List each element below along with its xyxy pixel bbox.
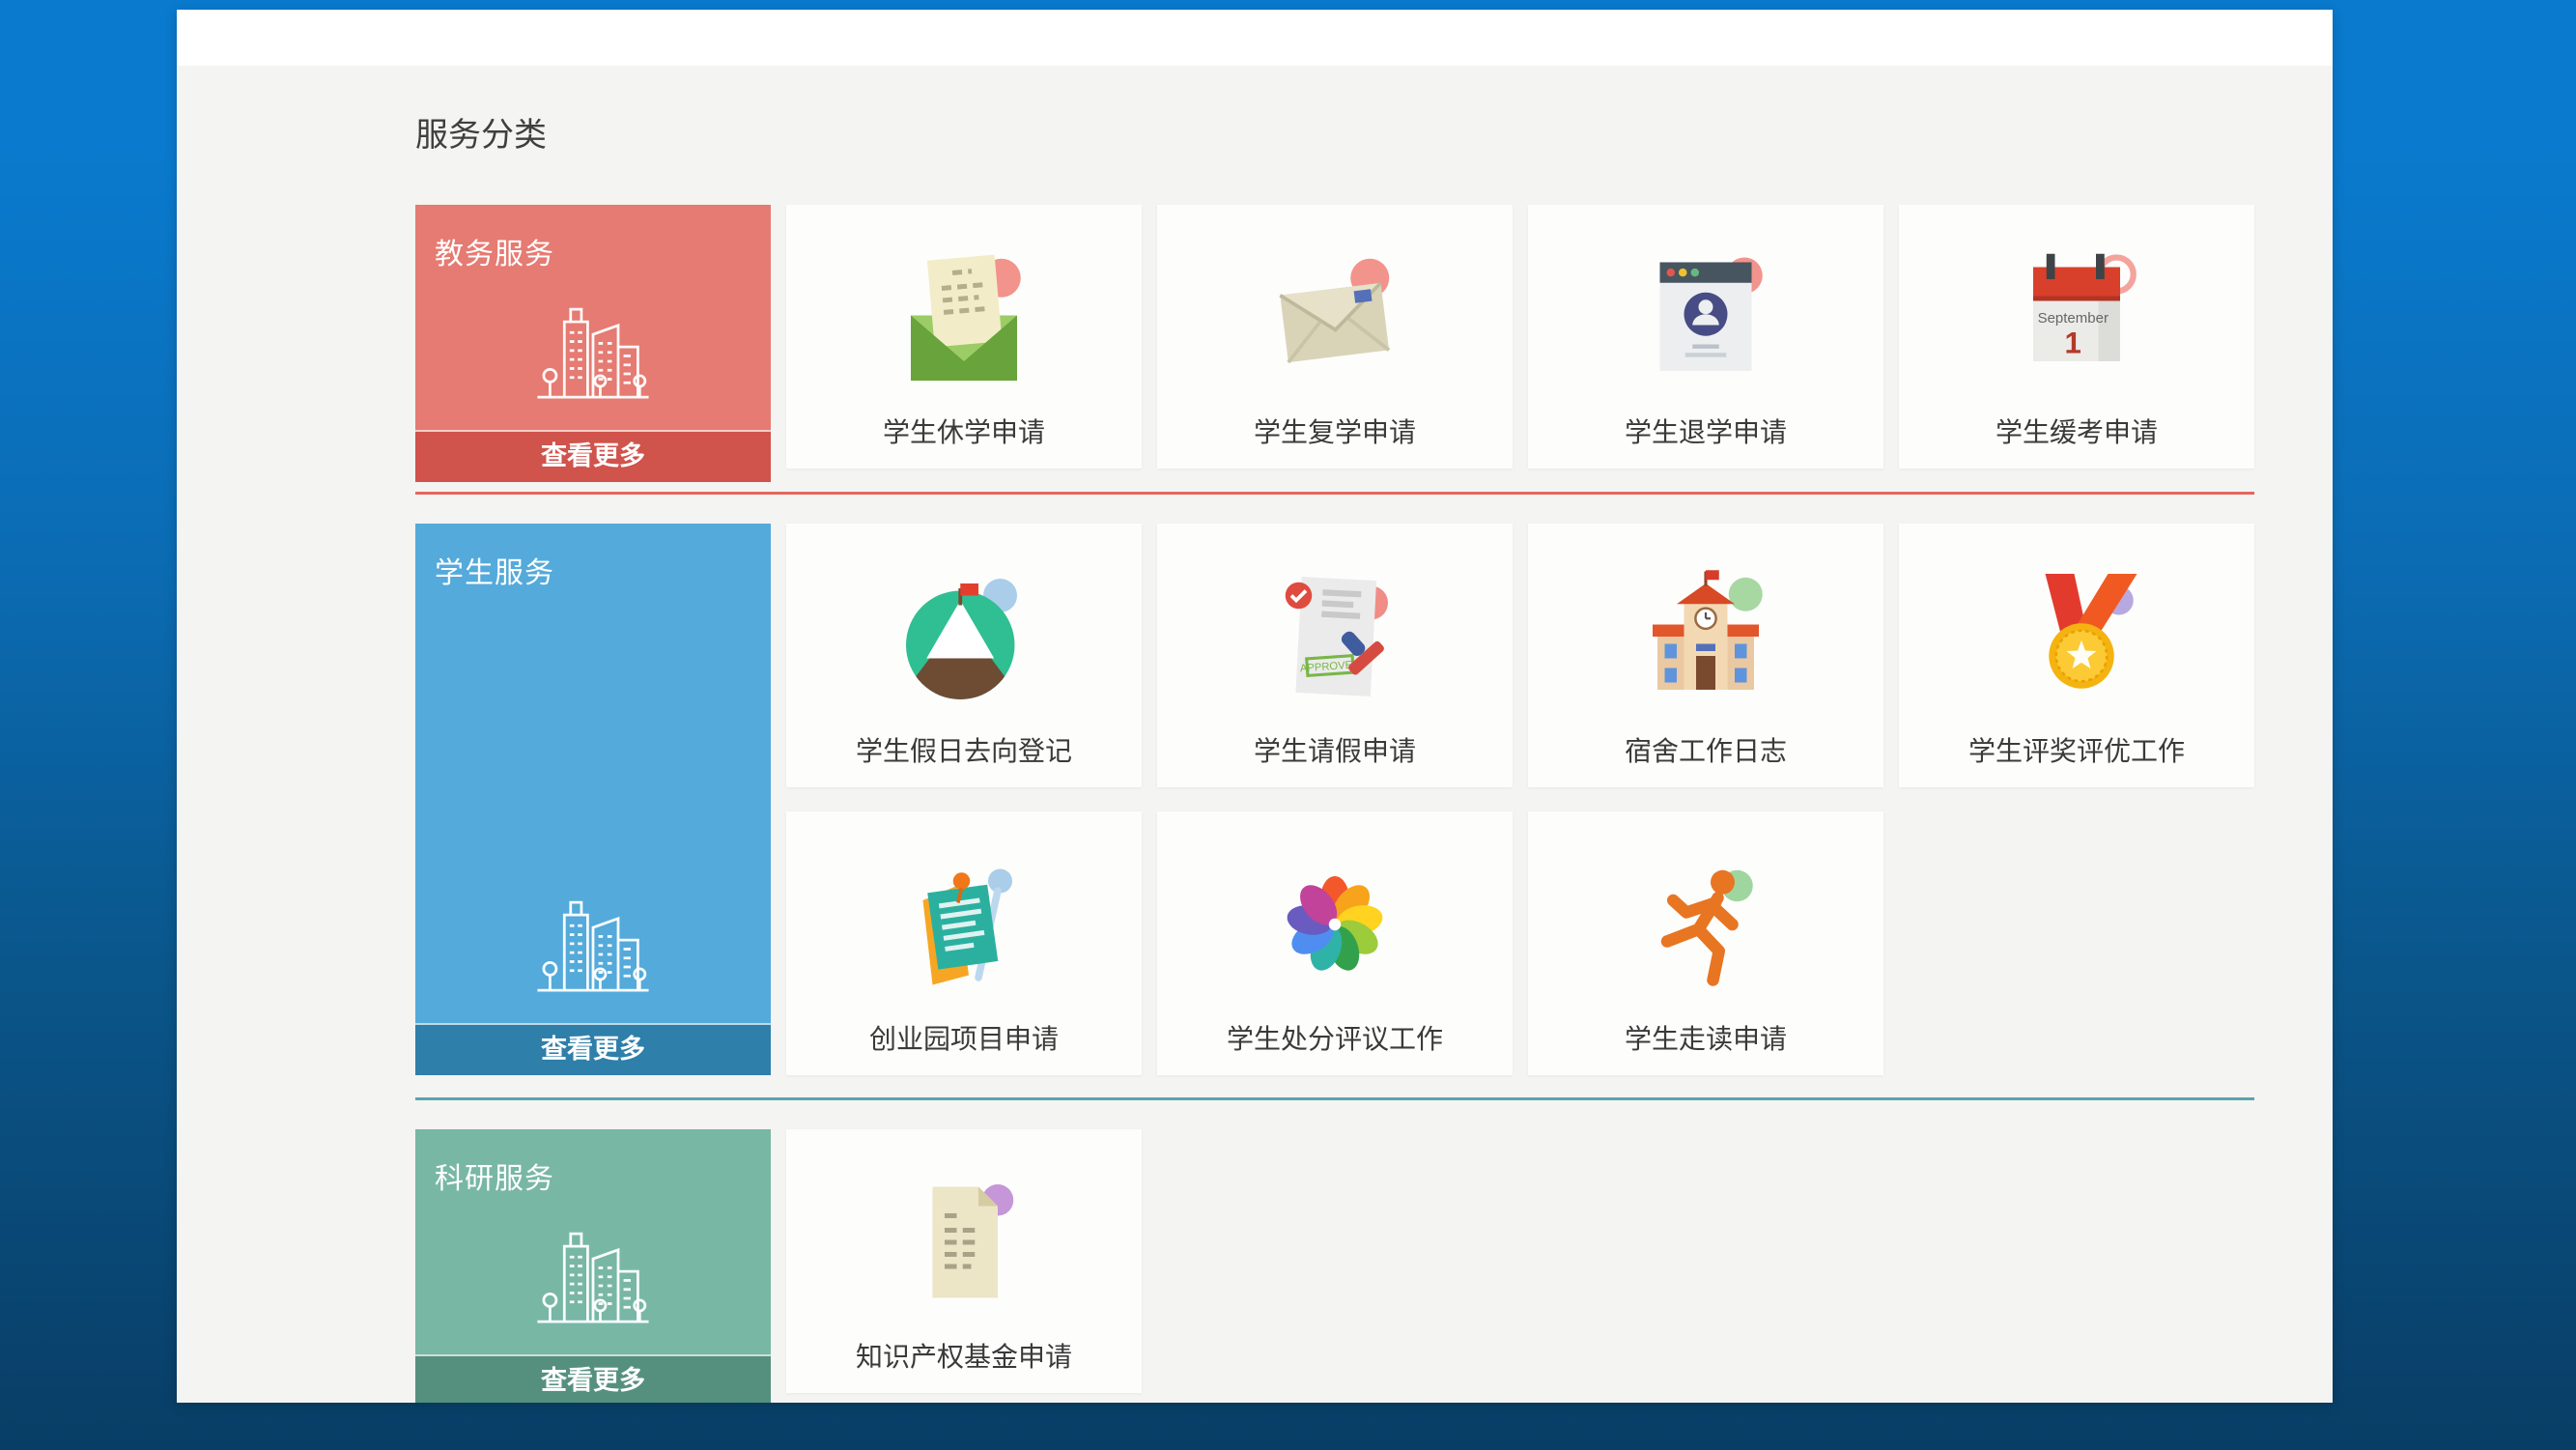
- content-panel: 服务分类 教务服务: [177, 10, 2333, 1403]
- category-block-research-services[interactable]: 科研服务 查看: [415, 1129, 771, 1403]
- card-label: 宿舍工作日志: [1625, 730, 1787, 769]
- envelope-closed-icon: [1258, 245, 1412, 390]
- calendar-icon: September 1: [1999, 245, 2154, 390]
- mountain-flag-icon: [887, 564, 1041, 709]
- card-disciplinary-review[interactable]: 学生处分评议工作: [1157, 811, 1513, 1075]
- document-fold-icon: [887, 1170, 1041, 1315]
- svg-text:1: 1: [2065, 326, 2081, 359]
- school-building-icon: [1628, 564, 1783, 709]
- page-background: 服务分类 教务服务: [0, 0, 2576, 1450]
- card-resumption-application[interactable]: 学生复学申请: [1157, 205, 1513, 469]
- svg-text:September: September: [2038, 310, 2109, 327]
- approved-stamp-icon: APPROVED: [1258, 564, 1412, 709]
- color-wheel-icon: [1258, 852, 1412, 997]
- browser-profile-icon: [1628, 245, 1783, 390]
- running-person-icon: [1628, 852, 1783, 997]
- card-label: 学生请假申请: [1254, 730, 1416, 769]
- card-label: 学生假日去向登记: [856, 730, 1072, 769]
- category-block-student-services[interactable]: 学生服务 查看: [415, 524, 771, 1075]
- card-label: 学生复学申请: [1254, 412, 1416, 450]
- card-dorm-work-log[interactable]: 宿舍工作日志: [1528, 524, 1883, 787]
- city-buildings-icon: [530, 291, 656, 407]
- panel-body: 服务分类 教务服务: [177, 66, 2333, 1403]
- card-withdrawal-application[interactable]: 学生退学申请: [1528, 205, 1883, 469]
- page-title: 服务分类: [415, 116, 2333, 156]
- section-academic-affairs: 教务服务 查看: [415, 205, 2254, 482]
- clipboard-pin-icon: [887, 852, 1041, 997]
- view-more-button[interactable]: 查看更多: [415, 1354, 771, 1403]
- card-label: 创业园项目申请: [869, 1018, 1059, 1057]
- medal-icon: [1999, 564, 2154, 709]
- category-block-academic-affairs[interactable]: 教务服务 查看: [415, 205, 771, 482]
- card-label: 学生评奖评优工作: [1968, 730, 2185, 769]
- category-title: 学生服务: [415, 524, 771, 591]
- card-holiday-destination-registration[interactable]: 学生假日去向登记: [786, 524, 1142, 787]
- city-buildings-icon: [530, 884, 656, 1000]
- view-more-button[interactable]: 查看更多: [415, 430, 771, 482]
- section-research-services: 科研服务 查看: [415, 1129, 2254, 1403]
- card-ip-fund-application[interactable]: 知识产权基金申请: [786, 1129, 1142, 1393]
- view-more-button[interactable]: 查看更多: [415, 1023, 771, 1075]
- category-title: 教务服务: [415, 205, 771, 272]
- card-day-student-application[interactable]: 学生走读申请: [1528, 811, 1883, 1075]
- card-entrepreneurship-project[interactable]: 创业园项目申请: [786, 811, 1142, 1075]
- card-leave-request[interactable]: APPROVED 学生请假申请: [1157, 524, 1513, 787]
- section-student-services: 学生服务 查看: [415, 524, 2254, 1075]
- card-label: 知识产权基金申请: [856, 1336, 1072, 1375]
- envelope-open-letter-icon: [887, 245, 1041, 390]
- card-awards-evaluation[interactable]: 学生评奖评优工作: [1899, 524, 2254, 787]
- card-label: 学生缓考申请: [1996, 412, 2158, 450]
- section-divider-red: [415, 492, 2254, 495]
- card-label: 学生走读申请: [1625, 1018, 1787, 1057]
- panel-header-bar: [177, 10, 2333, 66]
- category-title: 科研服务: [415, 1129, 771, 1197]
- card-label: 学生退学申请: [1625, 412, 1787, 450]
- city-buildings-icon: [530, 1215, 656, 1331]
- card-label: 学生处分评议工作: [1227, 1018, 1443, 1057]
- card-suspension-application[interactable]: 学生休学申请: [786, 205, 1142, 469]
- card-label: 学生休学申请: [883, 412, 1045, 450]
- section-divider-teal: [415, 1097, 2254, 1100]
- card-exam-deferral-application[interactable]: September 1 学生缓考申请: [1899, 205, 2254, 469]
